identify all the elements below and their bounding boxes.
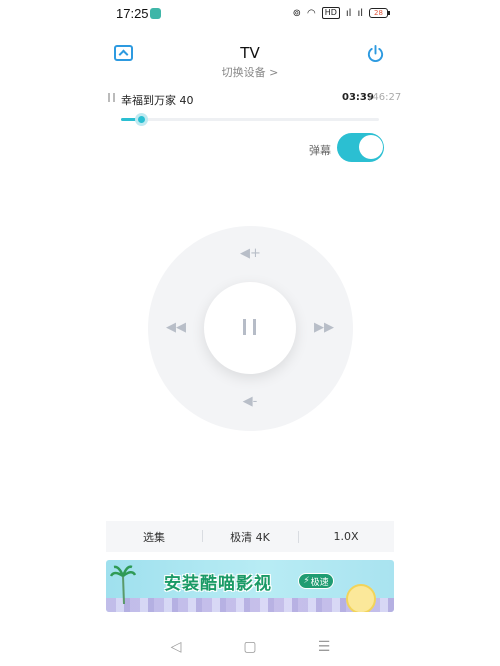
rewind-icon[interactable]: ◀◀ [166,320,186,335]
pause-icon-bar-left [243,319,246,335]
status-indicators: ⊚ ◠ HD ıl ıl 28 [292,7,390,19]
total-time: /46:27 [369,92,402,103]
fast-forward-icon[interactable]: ▶▶ [314,320,334,335]
episodes-button[interactable]: 选集 [106,529,202,545]
speed-button[interactable]: 1.0X [298,530,394,543]
hd-badge: HD [321,7,340,19]
signal-1-icon: ıl [345,7,352,19]
ad-cta-button[interactable]: ⚡ 极速 [298,573,334,589]
battery-icon: 28 [369,8,390,18]
home-icon[interactable]: ▢ [240,639,260,655]
danmaku-toggle-knob [359,135,383,159]
menu-icon[interactable]: ☰ [314,639,334,655]
back-icon[interactable]: ◁ [166,639,186,655]
status-bar [0,0,500,30]
mascot-image [346,584,376,612]
device-title: TV [240,44,260,62]
danmaku-label: 弹幕 [309,144,331,157]
volume-down-icon[interactable]: ◀- [240,394,260,409]
seek-handle[interactable] [135,113,148,126]
lightning-icon: ⚡ [303,576,310,586]
ad-cta-label: 极速 [310,577,329,588]
options-bar: 选集 极清 4K 1.0X [106,521,394,552]
signal-2-icon: ıl [357,7,363,19]
status-time: 17:25 [116,6,149,21]
switch-device-link[interactable]: 切换设备 > [0,64,500,80]
play-state-icon [108,93,115,102]
video-title: 幸福到万家 40 [121,94,194,107]
wifi-icon: ◠ [306,7,316,19]
quality-button[interactable]: 极清 4K [202,529,298,545]
pause-icon-bar-right [253,319,256,335]
volume-up-icon[interactable]: ◀+ [240,246,261,261]
hotspot-icon: ⊚ [292,7,301,19]
ad-banner[interactable]: 安装酷喵影视 ⚡ 极速 [106,560,394,612]
seek-track[interactable] [121,118,379,121]
pause-button[interactable] [204,282,296,374]
app-notification-icon [150,8,161,19]
power-icon[interactable] [366,44,385,63]
palm-tree-icon [110,565,136,604]
ad-headline: 安装酷喵影视 [164,574,272,594]
